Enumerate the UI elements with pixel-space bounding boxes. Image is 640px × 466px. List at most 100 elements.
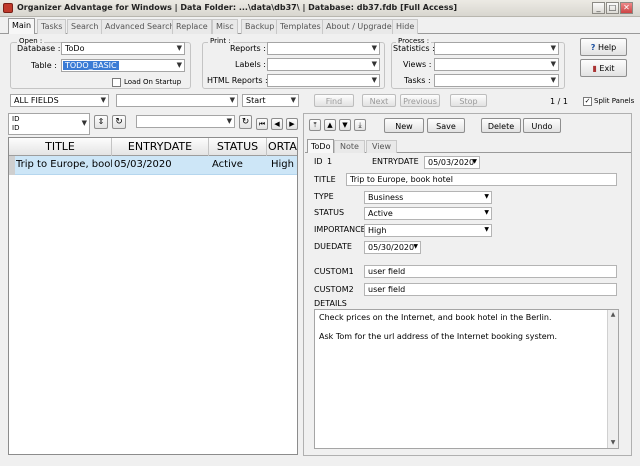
split-panels-label: Split Panels [594,97,635,105]
tab-advanced-search[interactable]: Advanced Search [101,19,179,34]
sort-field-select[interactable]: ID ID ▼ [8,113,90,135]
sort-field-secondary: ID [12,124,20,132]
duedate-field[interactable]: 05/30/2020 ▼ [364,241,421,254]
refresh-icon: ↻ [241,117,250,127]
load-on-startup-label: Load On Startup [124,78,182,86]
cell-importance: High [271,159,294,170]
table-select[interactable]: TODO_BASIC ▼ [61,59,185,72]
type-value: Business [368,193,404,202]
status-value: Active [368,209,393,218]
views-select[interactable]: ▼ [434,58,559,71]
refresh-icon: ↻ [115,117,123,127]
tab-main[interactable]: Main [8,18,36,34]
chevron-down-icon: ▼ [550,76,556,84]
cell-title: Trip to Europe, book [16,159,112,170]
next-button[interactable]: Next [362,94,396,107]
col-header-status[interactable]: STATUS [209,138,267,156]
reports-select[interactable]: ▼ [267,42,380,55]
sort-field-value: ID [12,115,20,123]
entrydate-field[interactable]: 05/03/2020 ▼ [424,156,480,169]
main-tab-strip: Main Tasks Search Advanced Search Replac… [0,17,640,34]
chevron-down-icon: ▼ [226,117,232,125]
col-header-entrydate[interactable]: ENTRYDATE [112,138,209,156]
next-record-button[interactable]: ▶ [286,118,298,130]
tab-replace[interactable]: Replace [172,19,212,34]
type-select[interactable]: Business ▼ [364,191,492,204]
minimize-button[interactable]: _ [592,2,605,14]
undo-button[interactable]: Undo [523,118,561,133]
move-bottom-button[interactable]: ⤓ [354,119,366,131]
new-button[interactable]: New [384,118,424,133]
importance-select[interactable]: High ▼ [364,224,492,237]
tasks-select[interactable]: ▼ [434,74,559,87]
status-select[interactable]: Active ▼ [364,207,492,220]
chevron-down-icon: ▼ [176,44,182,52]
chevron-down-icon: ▼ [472,158,477,165]
load-on-startup-checkbox[interactable] [112,78,121,87]
custom2-label: CUSTOM2 [314,285,354,294]
title-bar: Organizer Advantage for Windows | Data F… [0,0,640,17]
scroll-up-icon[interactable]: ▲ [609,311,617,319]
title-field[interactable]: Trip to Europe, book hotel [346,173,617,186]
reports-label: Reports : [230,44,266,53]
col-header-title[interactable]: TITLE [9,138,112,156]
details-label: DETAILS [314,299,347,308]
tab-about-upgrade[interactable]: About / Upgrade [322,19,396,34]
id-label: ID [314,157,323,166]
search-text-input[interactable]: ▼ [116,94,238,107]
move-up-button[interactable]: ▲ [324,119,336,131]
prev-record-button[interactable]: ◀ [271,118,283,130]
close-button[interactable]: ✕ [620,2,633,14]
exit-button[interactable]: ▮ Exit [580,59,627,77]
scroll-down-icon[interactable]: ▼ [609,439,617,447]
tab-tasks[interactable]: Tasks [37,19,67,34]
custom2-field[interactable]: user field [364,283,617,296]
tab-view[interactable]: View [366,140,397,153]
maximize-button[interactable]: □ [606,2,619,14]
sort-refresh-button[interactable]: ↻ [112,115,126,129]
tab-templates[interactable]: Templates [276,19,325,34]
tab-todo[interactable]: ToDo [307,139,335,153]
move-bottom-icon: ⤓ [358,121,362,129]
sort-order-button[interactable]: ⇕ [94,115,108,129]
labels-select[interactable]: ▼ [267,58,380,71]
search-position-select[interactable]: Start ▼ [242,94,299,107]
entrydate-label: ENTRYDATE [372,157,419,166]
filter-select[interactable]: ▼ [136,115,235,128]
tab-misc[interactable]: Misc [212,19,238,34]
html-reports-select[interactable]: ▼ [267,74,380,87]
help-button[interactable]: ? Help [580,38,627,56]
filter-refresh-button[interactable]: ↻ [239,115,252,129]
search-field-select[interactable]: ALL FIELDS ▼ [10,94,109,107]
importance-value: High [368,226,387,235]
cell-status: Active [212,159,243,170]
tab-backup[interactable]: Backup [241,19,279,34]
delete-button[interactable]: Delete [481,118,521,133]
database-select[interactable]: ToDo ▼ [61,42,185,55]
split-panels-checkbox[interactable]: ✓ [583,97,592,106]
records-grid[interactable]: TITLE ENTRYDATE STATUS ORTA Trip to Euro… [8,137,298,455]
sort-updown-icon: ⇕ [97,117,105,126]
database-label: Database : [17,44,61,53]
previous-button[interactable]: Previous [400,94,440,107]
save-button[interactable]: Save [427,118,465,133]
move-top-button[interactable]: ⤒ [309,119,321,131]
importance-label: IMPORTANCE [314,225,366,234]
find-button[interactable]: Find [314,94,354,107]
tab-search[interactable]: Search [67,19,103,34]
col-header-importance[interactable]: ORTA [268,138,297,156]
tab-hide[interactable]: Hide [392,19,419,34]
exit-door-icon: ▮ [592,64,597,73]
details-textarea[interactable]: Check prices on the Internet, and book h… [314,309,619,449]
move-down-button[interactable]: ▼ [339,119,351,131]
search-field-value: ALL FIELDS [14,96,59,105]
statistics-select[interactable]: ▼ [434,42,559,55]
custom1-field[interactable]: user field [364,265,617,278]
first-record-button[interactable]: ⏮ [256,118,268,130]
chevron-down-icon: ▼ [290,96,296,104]
stop-button[interactable]: Stop [450,94,487,107]
chevron-down-icon: ▼ [371,44,377,52]
table-row[interactable]: Trip to Europe, book 05/03/2020 Active H… [9,156,297,175]
details-scrollbar[interactable]: ▲ ▼ [607,310,618,448]
tab-note[interactable]: Note [334,140,365,153]
